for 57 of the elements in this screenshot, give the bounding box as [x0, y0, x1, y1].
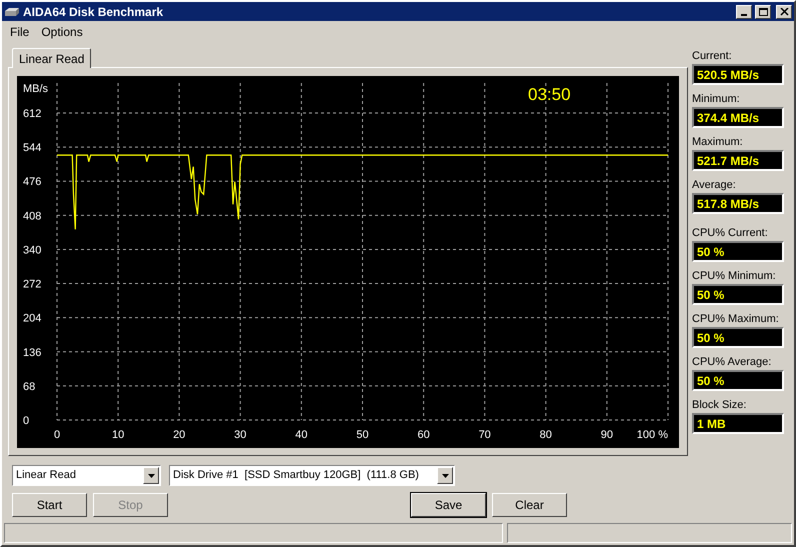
minimize-icon	[740, 14, 748, 16]
hard-disk-icon	[4, 6, 20, 16]
tick-label: 30	[234, 429, 246, 441]
tick-label: 340	[23, 244, 42, 256]
readout-value: 374.4 MB/s	[692, 107, 784, 128]
tick-label: 50	[356, 429, 369, 441]
tick-label: 0	[54, 429, 60, 441]
tick-label: 60	[417, 429, 430, 441]
test-dropdown[interactable]: Linear Read	[12, 465, 161, 486]
tick-label: 612	[23, 108, 42, 120]
readout-value: 517.8 MB/s	[692, 193, 784, 214]
clear-button[interactable]: Clear	[492, 493, 567, 517]
tick-label: 408	[23, 210, 42, 222]
start-button[interactable]: Start	[12, 493, 87, 517]
minimize-button[interactable]	[736, 4, 752, 18]
readout-value: 521.7 MB/s	[692, 150, 784, 171]
readout-label: CPU% Current:	[692, 226, 769, 241]
close-button[interactable]	[776, 4, 792, 18]
window-title: AIDA64 Disk Benchmark	[23, 4, 164, 20]
readout-value: 50 %	[692, 327, 784, 348]
tick-label: 70	[478, 429, 491, 441]
tick-label: 10	[112, 429, 124, 441]
readout-value: 1 MB	[692, 413, 784, 434]
tick-label: 0	[23, 415, 30, 427]
tick-label: 80	[540, 429, 552, 441]
tick-label: 136	[23, 346, 42, 359]
readout-value: 520.5 MB/s	[692, 64, 784, 85]
tick-label: 68	[23, 380, 36, 393]
readout-label: CPU% Maximum:	[692, 312, 780, 327]
tick-label: 40	[295, 429, 308, 441]
tab[interactable]: Linear Read	[12, 48, 92, 68]
tick-label: 272	[23, 278, 42, 291]
tick-label: 204	[23, 312, 42, 325]
menu-item[interactable]: File	[4, 22, 36, 40]
tick-label: 20	[173, 429, 186, 441]
close-icon	[780, 8, 788, 16]
elapsed-time: 03:50	[528, 85, 571, 104]
readout-value: 50 %	[692, 370, 784, 391]
menu-item[interactable]: Options	[35, 22, 89, 40]
tick-label: 100 %	[636, 429, 668, 441]
save-button[interactable]: Save	[411, 493, 486, 517]
tick-label: 90	[600, 429, 614, 441]
readout-label: CPU% Average:	[692, 355, 772, 370]
readout-label: Block Size:	[692, 398, 748, 413]
readout-label: Minimum:	[692, 92, 741, 107]
maximize-button[interactable]	[755, 4, 771, 18]
readout-value: 50 %	[692, 241, 784, 262]
tick-label: 544	[23, 142, 42, 154]
readout-label: Current:	[692, 49, 733, 64]
readout-label: Maximum:	[692, 135, 744, 150]
readout-label: Average:	[692, 178, 737, 193]
tick-label: 476	[23, 176, 42, 188]
readout-value: 50 %	[692, 284, 784, 305]
drive-dropdown[interactable]: Disk Drive #1 [SSD Smartbuy 120GB] (111.8 GB)	[169, 465, 455, 486]
maximize-icon	[758, 8, 768, 16]
readout-label: CPU% Minimum:	[692, 269, 777, 284]
axis-label: MB/s	[23, 83, 48, 95]
